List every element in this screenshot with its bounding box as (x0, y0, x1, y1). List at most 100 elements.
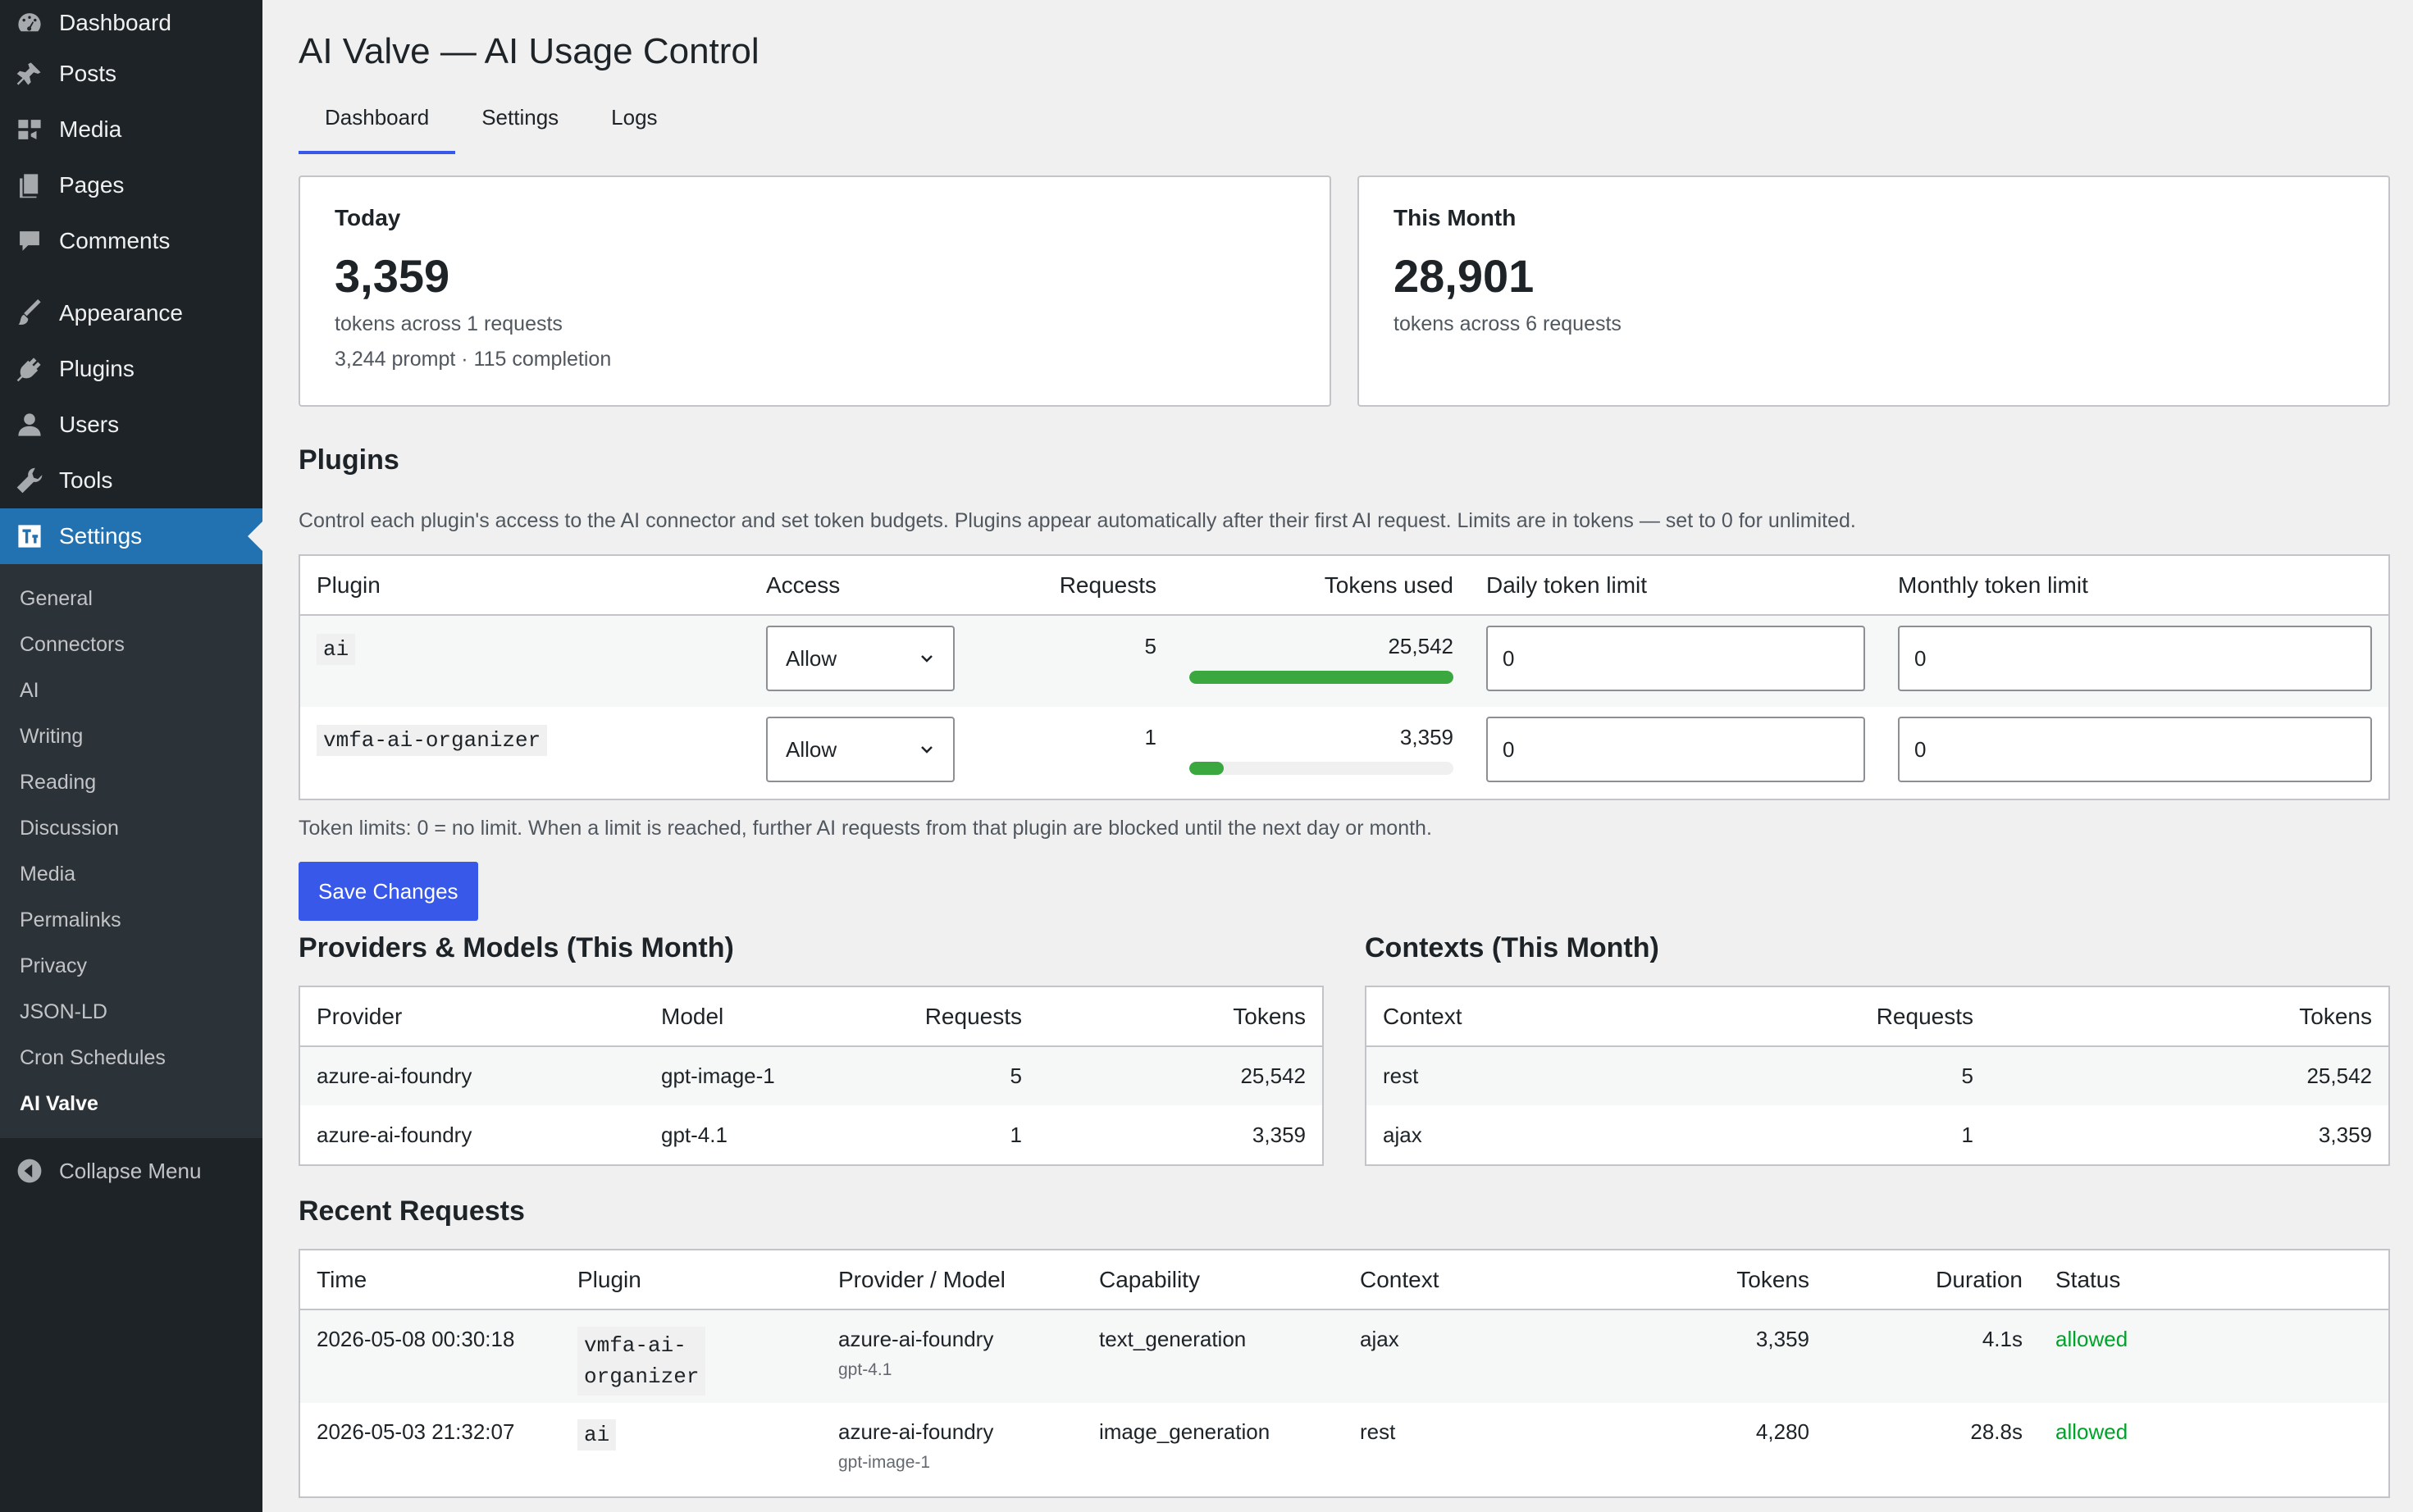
col-tokens: Tokens (1038, 987, 1322, 1047)
submenu-writing[interactable]: Writing (0, 713, 262, 759)
menu-label: Tools (59, 467, 113, 493)
providers-section: Providers & Models (This Month) Provider… (299, 927, 1324, 1166)
model-cell: gpt-image-1 (645, 1046, 891, 1105)
pages-icon (15, 171, 44, 200)
save-changes-button[interactable]: Save Changes (299, 862, 478, 921)
tokens-value: 3,359 (1399, 725, 1453, 749)
status-badge: allowed (2039, 1309, 2388, 1403)
submenu-privacy[interactable]: Privacy (0, 943, 262, 989)
requests-cell: 5 (891, 1046, 1038, 1105)
plugin-slug: ai (577, 1419, 617, 1451)
tokens-value: 25,542 (1388, 634, 1453, 658)
usage-bar-fill (1189, 762, 1224, 775)
menu-dashboard[interactable]: Dashboard (0, 0, 262, 46)
plugin-slug-part: vmfa-ai- (584, 1333, 686, 1358)
access-select[interactable]: Allow (766, 626, 955, 691)
submenu-json-ld[interactable]: JSON-LD (0, 989, 262, 1035)
card-subtext: tokens across 1 requests (335, 312, 563, 335)
menu-settings[interactable]: Settings (0, 508, 262, 564)
menu-comments[interactable]: Comments (0, 213, 262, 269)
model-name: gpt-image-1 (838, 1453, 931, 1472)
tokens-used-cell: 25,542 (1173, 615, 1470, 707)
submenu-media[interactable]: Media (0, 851, 262, 897)
submenu-ai-valve[interactable]: AI Valve (0, 1081, 262, 1127)
menu-label: Plugins (59, 356, 135, 381)
usage-bar (1189, 762, 1453, 775)
submenu-permalinks[interactable]: Permalinks (0, 897, 262, 943)
tokens-cell: 25,542 (1990, 1046, 2388, 1105)
collapse-menu-button[interactable]: Collapse Menu (0, 1143, 262, 1199)
provider-name: azure-ai-foundry (838, 1327, 994, 1351)
menu-users[interactable]: Users (0, 397, 262, 453)
pin-icon (15, 59, 44, 89)
menu-tools[interactable]: Tools (0, 453, 262, 508)
submenu-connectors[interactable]: Connectors (0, 622, 262, 667)
plugins-heading: Plugins (299, 444, 399, 476)
token-limits-note: Token limits: 0 = no limit. When a limit… (299, 817, 1432, 840)
today-card: Today 3,359 tokens across 1 requests 3,2… (299, 175, 1331, 407)
usage-bar-fill (1189, 671, 1453, 684)
recent-requests-heading: Recent Requests (299, 1195, 525, 1227)
daily-limit-input[interactable]: 0 (1486, 717, 1865, 782)
provider-model-cell: azure-ai-foundry gpt-image-1 (822, 1403, 1083, 1496)
tab-bar: Dashboard Settings Logs (299, 93, 2390, 154)
menu-pages[interactable]: Pages (0, 157, 262, 213)
submenu-cron-schedules[interactable]: Cron Schedules (0, 1035, 262, 1081)
table-row: rest 5 25,542 (1366, 1046, 2388, 1105)
col-requests: Requests (1777, 987, 1990, 1047)
monthly-limit-input[interactable]: 0 (1898, 626, 2372, 691)
col-status: Status (2039, 1250, 2388, 1310)
table-row: ajax 1 3,359 (1366, 1105, 2388, 1164)
duration-cell: 4.1s (1826, 1309, 2039, 1403)
contexts-table: Context Requests Tokens rest 5 25,542 aj… (1365, 986, 2390, 1166)
plugins-table: Plugin Access Requests Tokens used Daily… (299, 554, 2390, 800)
provider-cell: azure-ai-foundry (317, 1122, 472, 1147)
tab-dashboard[interactable]: Dashboard (299, 93, 456, 154)
submenu-general[interactable]: General (0, 576, 262, 622)
plugin-cell: vmfa-ai-organizer (561, 1309, 822, 1403)
col-provider: Provider (300, 987, 645, 1047)
capability-cell: image_generation (1099, 1419, 1270, 1444)
monthly-limit-input[interactable]: 0 (1898, 717, 2372, 782)
user-icon (15, 410, 44, 439)
col-requests: Requests (971, 556, 1173, 616)
provider-name: azure-ai-foundry (838, 1419, 994, 1444)
summary-tables: Providers & Models (This Month) Provider… (299, 927, 2390, 1166)
tokens-cell: 25,542 (1038, 1046, 1322, 1105)
col-model: Model (645, 987, 891, 1047)
col-time: Time (300, 1250, 561, 1310)
access-value: Allow (786, 645, 837, 671)
providers-heading: Providers & Models (This Month) (299, 932, 734, 963)
plugin-slug: vmfa-ai-organizer (577, 1327, 706, 1396)
menu-posts[interactable]: Posts (0, 46, 262, 102)
admin-sidebar: Dashboard Posts Media Pages Comments App… (0, 0, 262, 1512)
menu-label: Appearance (59, 300, 184, 326)
usage-bar (1189, 671, 1453, 684)
duration-cell: 28.8s (1970, 1419, 2023, 1444)
submenu-ai[interactable]: AI (0, 667, 262, 713)
month-card: This Month 28,901 tokens across 6 reques… (1357, 175, 2390, 407)
wrench-icon (15, 466, 44, 495)
submenu-reading[interactable]: Reading (0, 759, 262, 805)
menu-appearance[interactable]: Appearance (0, 285, 262, 341)
col-duration: Duration (1826, 1250, 2039, 1310)
collapse-label: Collapse Menu (59, 1158, 202, 1183)
access-select[interactable]: Allow (766, 717, 955, 782)
menu-label: Pages (59, 172, 125, 198)
col-plugin: Plugin (561, 1250, 822, 1310)
card-subtext: tokens across 6 requests (1394, 312, 1622, 335)
contexts-heading: Contexts (This Month) (1365, 932, 1659, 963)
col-daily-limit: Daily token limit (1470, 556, 1882, 616)
requests-cell: 1 (1010, 1122, 1022, 1147)
menu-media[interactable]: Media (0, 102, 262, 157)
settings-icon (15, 521, 44, 551)
tab-settings[interactable]: Settings (455, 93, 585, 154)
tokens-cell: 3,359 (1252, 1122, 1306, 1147)
page-title: AI Valve — AI Usage Control (299, 31, 759, 71)
tab-logs[interactable]: Logs (585, 93, 683, 154)
submenu-discussion[interactable]: Discussion (0, 805, 262, 851)
chevron-down-icon (921, 746, 933, 754)
daily-limit-input[interactable]: 0 (1486, 626, 1865, 691)
col-requests: Requests (891, 987, 1038, 1047)
menu-plugins[interactable]: Plugins (0, 341, 262, 397)
